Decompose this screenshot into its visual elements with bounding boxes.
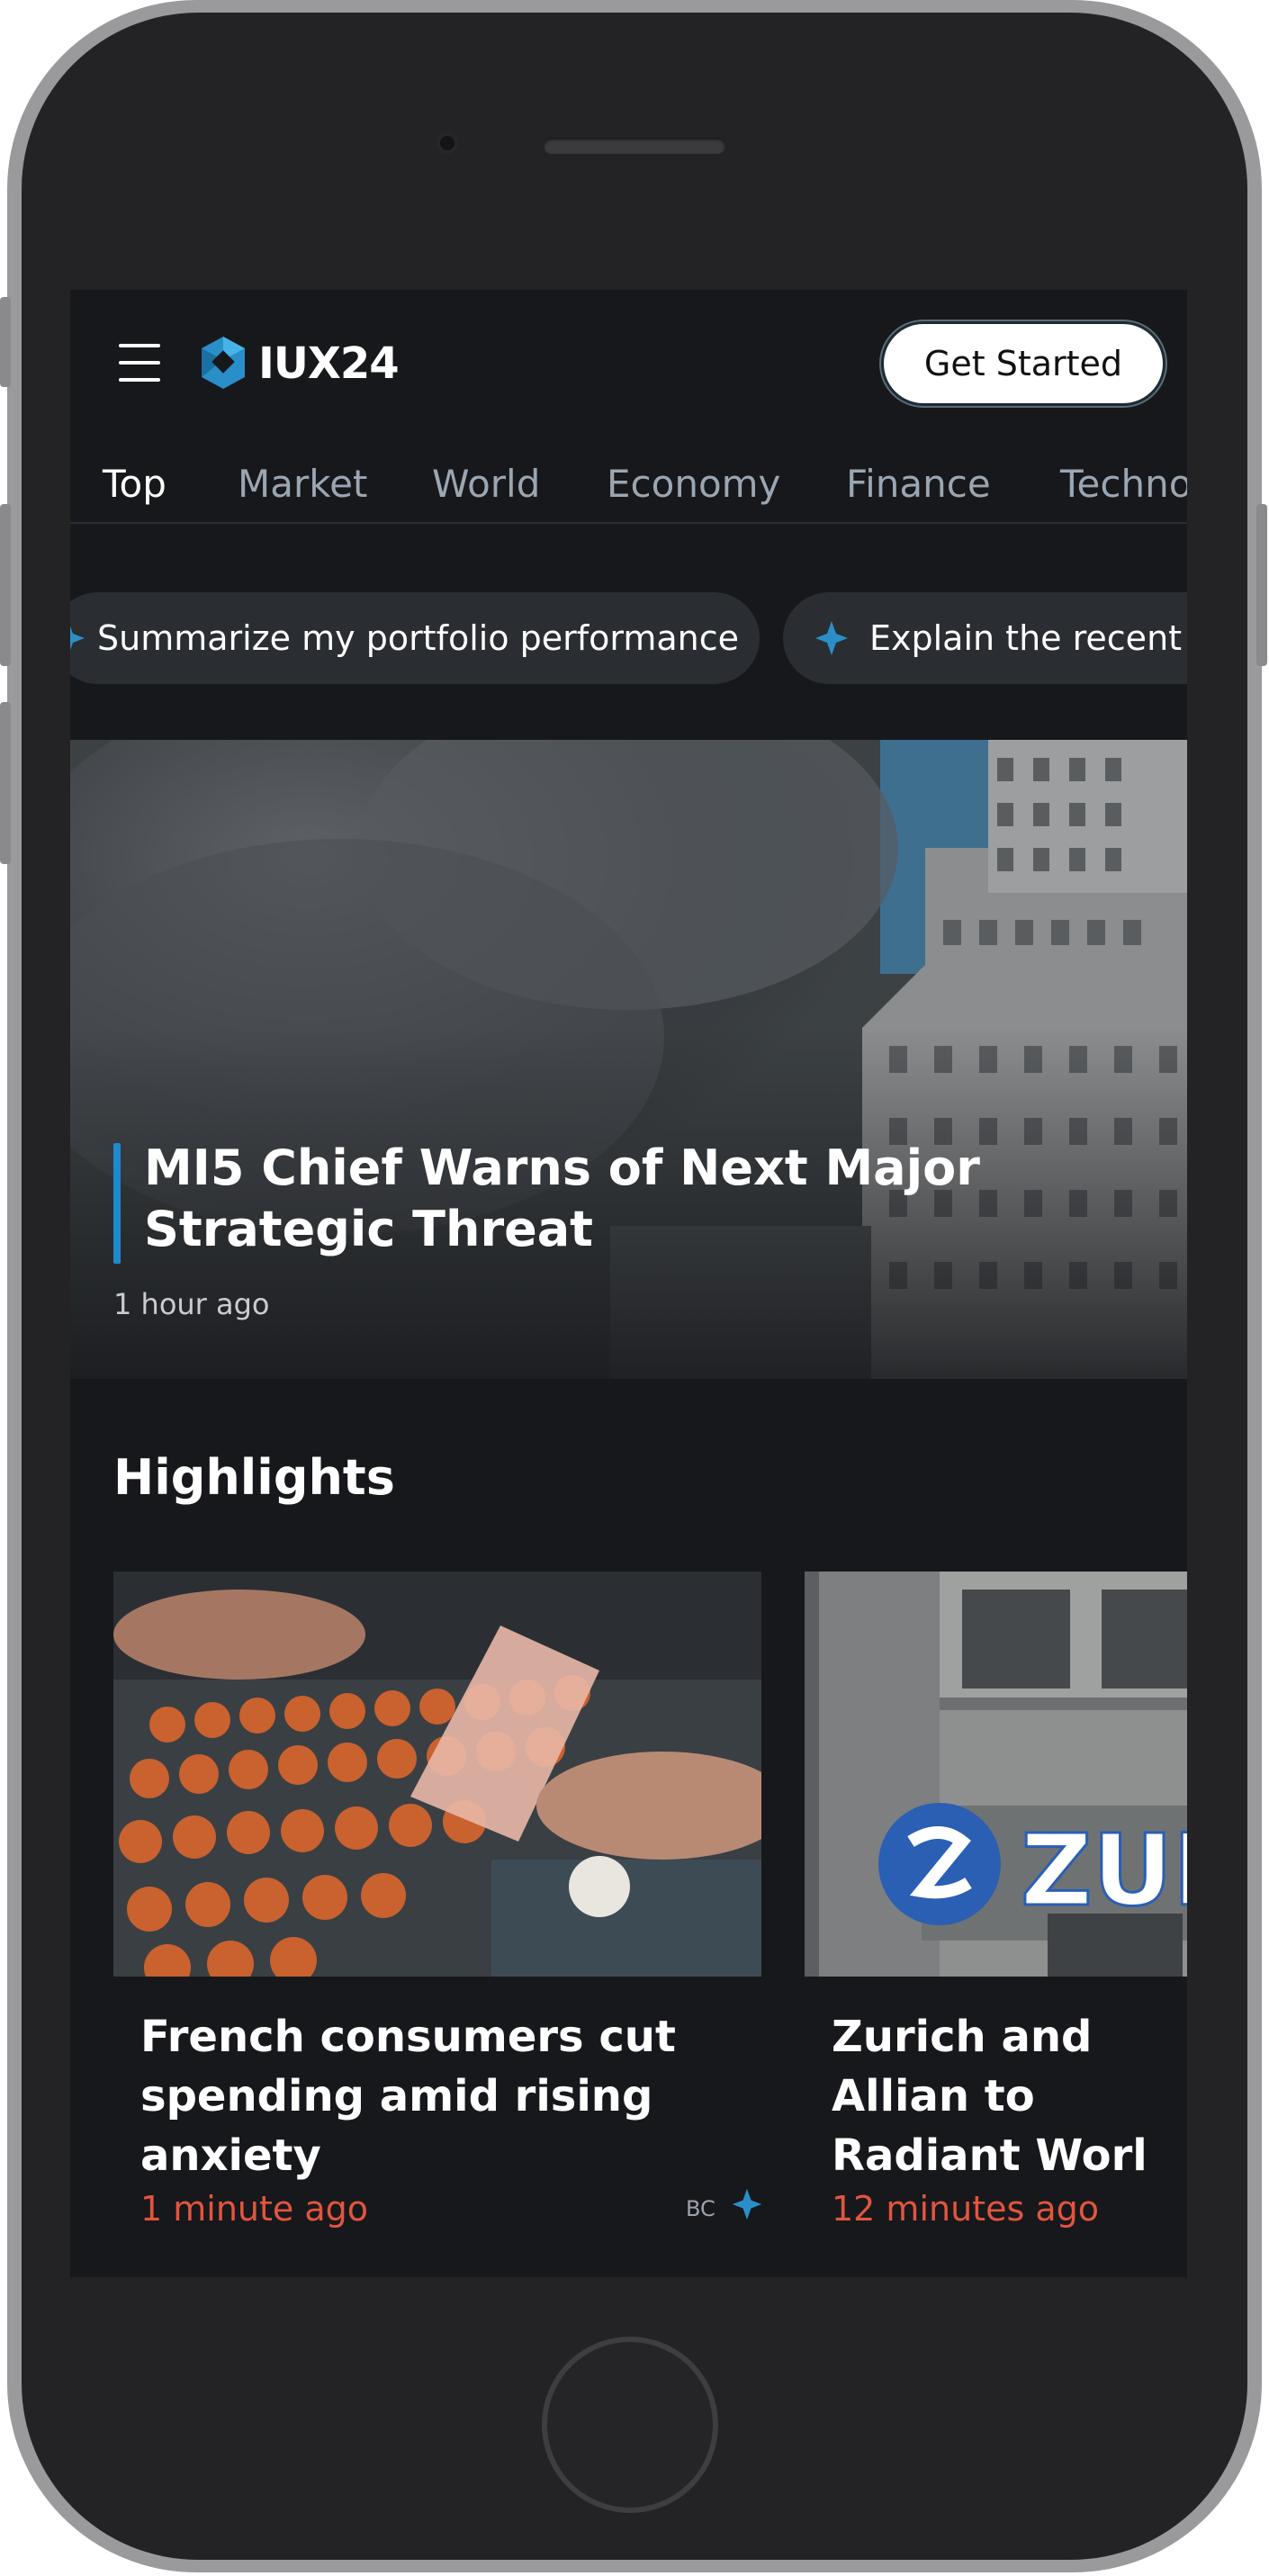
- mute-switch: [0, 297, 11, 387]
- hero-accent-bar: [113, 1143, 121, 1264]
- card-headline[interactable]: Zurich and Allian to Radiant Worl: [832, 2007, 1187, 2185]
- front-camera: [436, 131, 459, 155]
- logo-icon: [202, 337, 245, 389]
- volume-down-button: [0, 702, 11, 864]
- hero-headline[interactable]: MI5 Chief Warns of Next Major Strategic …: [144, 1138, 1152, 1260]
- tab-top[interactable]: Top: [103, 441, 166, 527]
- category-tabs: Top Market World Economy Finance Techno: [70, 441, 1187, 524]
- card-image: ZUR: [805, 1572, 1187, 1977]
- top-bar: IUX24 Get Started: [70, 290, 1187, 441]
- suggestion-text: Explain the recent d: [869, 618, 1187, 658]
- home-button[interactable]: [542, 2337, 718, 2513]
- app-screen: IUX24 Get Started Top Market World Econo…: [70, 290, 1187, 2277]
- get-started-button[interactable]: Get Started: [881, 321, 1166, 406]
- tab-market[interactable]: Market: [238, 441, 367, 527]
- sparkle-icon[interactable]: [731, 2187, 763, 2221]
- suggestion-chip[interactable]: Summarize my portfolio performance: [70, 592, 760, 684]
- volume-up-button: [0, 504, 11, 666]
- tab-economy[interactable]: Economy: [607, 441, 780, 527]
- tab-technology[interactable]: Techno: [1060, 441, 1187, 527]
- tab-world[interactable]: World: [432, 441, 540, 527]
- svg-text:ZUR: ZUR: [1021, 1813, 1187, 1928]
- hero-image: [70, 740, 1187, 1379]
- card-timestamp: 12 minutes ago: [832, 2189, 1099, 2229]
- card-timestamp: 1 minute ago: [140, 2189, 369, 2229]
- card-headline[interactable]: French consumers cut spending amid risin…: [140, 2007, 752, 2185]
- tab-finance[interactable]: Finance: [846, 441, 991, 527]
- brand-name: IUX24: [258, 338, 400, 389]
- earpiece-speaker: [544, 138, 725, 154]
- menu-icon[interactable]: [119, 344, 160, 383]
- hero-timestamp: 1 hour ago: [113, 1287, 270, 1321]
- suggestion-chips: Summarize my portfolio performance Expla…: [70, 592, 1187, 684]
- card-image: [113, 1572, 761, 1977]
- hero-story[interactable]: MI5 Chief Warns of Next Major Strategic …: [70, 740, 1187, 1379]
- highlights-heading: Highlights: [113, 1449, 395, 1506]
- sparkle-icon: [70, 626, 85, 651]
- suggestion-text: Summarize my portfolio performance: [97, 618, 740, 658]
- card-source: BC: [686, 2196, 716, 2221]
- power-button: [1256, 504, 1267, 666]
- sparkle-icon: [815, 621, 848, 655]
- suggestion-chip[interactable]: Explain the recent d: [783, 592, 1187, 684]
- highlight-card[interactable]: ZUR Zurich and Allian to Radiant Worl 12…: [805, 1572, 1187, 2277]
- highlight-card[interactable]: French consumers cut spending amid risin…: [113, 1572, 763, 2277]
